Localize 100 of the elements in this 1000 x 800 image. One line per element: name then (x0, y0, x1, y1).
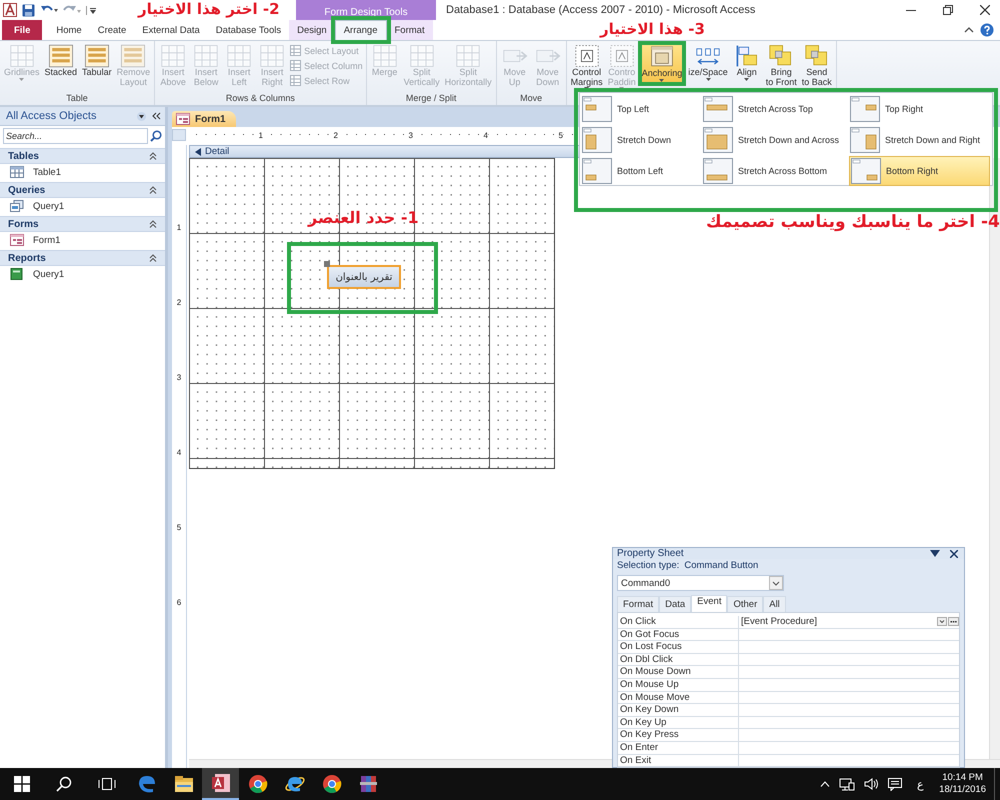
grid-icon (290, 75, 302, 86)
grid-icon (290, 60, 302, 71)
layout-rows-icon (46, 44, 75, 68)
volume-icon[interactable] (864, 778, 880, 790)
ribbon-button[interactable]: Tabular (81, 43, 113, 78)
notifications-icon[interactable] (888, 778, 902, 790)
table-grid-icon (8, 44, 36, 68)
ribbon-tab[interactable]: Arrange (334, 20, 386, 40)
group-label: Table (65, 93, 89, 105)
taskbar-app[interactable] (202, 768, 239, 800)
property-name: On Lost Focus (618, 641, 739, 653)
property-name: On Got Focus (618, 628, 739, 640)
menu-item[interactable]: Bottom Left (581, 156, 701, 186)
anchor-position-icon (850, 127, 880, 153)
chevron-up-icon[interactable] (820, 781, 830, 787)
property-tab[interactable]: Data (659, 596, 692, 612)
ribbon-tab[interactable]: Home (48, 20, 90, 40)
ruler-number: 3 (408, 130, 413, 140)
windows-start-icon[interactable] (14, 776, 30, 792)
menu-item[interactable]: Stretch Across Top (702, 94, 848, 124)
annotation-text: 4- اختر ما يناسبك ويناسب تصميمك (706, 212, 1000, 232)
menu-item[interactable]: Stretch Down (581, 125, 701, 155)
customize-caret-icon[interactable] (86, 4, 96, 16)
ball-logo-icon (246, 773, 268, 795)
search-icon[interactable] (150, 130, 162, 142)
input-language[interactable]: ع (911, 778, 930, 790)
ribbon-tab[interactable]: Create (90, 20, 134, 40)
move-handle[interactable] (324, 261, 330, 267)
table-grid-icon (258, 44, 286, 68)
menu-item[interactable]: Top Left (581, 94, 701, 124)
file-tab[interactable]: File (2, 20, 42, 40)
highlight-frame (330, 16, 390, 44)
ribbon-button[interactable]: ize/Space (687, 43, 729, 82)
search-icon[interactable] (56, 776, 72, 792)
nav-item[interactable]: Query1 (0, 198, 165, 214)
property-name: On Enter (618, 742, 739, 754)
margin-box-icon (572, 44, 601, 68)
ribbon-button[interactable]: Control Margins (570, 43, 604, 91)
anchor-position-icon (582, 127, 612, 153)
property-tab[interactable]: Format (617, 596, 660, 612)
nav-group-header[interactable]: Forms (0, 216, 165, 232)
layout-rows-icon (119, 44, 148, 68)
table-grid-icon (192, 44, 220, 68)
document-tab[interactable]: Form1 (172, 111, 236, 127)
app-logo-icon[interactable] (3, 3, 17, 17)
save-icon[interactable] (22, 4, 35, 16)
ribbon-tab[interactable]: External Data (134, 20, 208, 40)
property-tab[interactable]: Other (727, 596, 764, 612)
property-value[interactable]: [Event Procedure] (741, 616, 937, 628)
close-icon[interactable] (980, 5, 990, 15)
menu-item[interactable]: Top Right (849, 94, 990, 124)
close-icon[interactable] (950, 550, 958, 558)
menu-item[interactable]: Stretch Down and Right (849, 125, 990, 155)
group-title: Queries (8, 184, 46, 196)
clock[interactable]: 10:14 PM 18/11/2016 (939, 772, 990, 796)
help-icon[interactable] (980, 23, 994, 37)
layout-rows-icon (82, 44, 111, 68)
property-name: On Mouse Move (618, 692, 739, 704)
property-name: On Mouse Up (618, 678, 739, 691)
ribbon-button[interactable]: Align (732, 43, 762, 82)
property-tab[interactable]: All (763, 596, 786, 612)
table-icon (10, 166, 24, 178)
task-view-icon[interactable] (98, 777, 116, 791)
ribbon-button[interactable]: Send to Back (800, 43, 833, 88)
network-icon[interactable] (839, 778, 856, 790)
nav-item[interactable]: Query1 (0, 266, 165, 282)
collapse-pane-icon[interactable] (152, 112, 161, 120)
dropdown-caret-icon[interactable] (930, 550, 940, 557)
dropdown-button-icon[interactable] (937, 617, 947, 626)
ruler-number: 5 (176, 523, 182, 532)
menu-item[interactable]: Stretch Down and Across (702, 125, 848, 155)
menu-item[interactable]: Stretch Across Bottom (702, 156, 848, 186)
command-button[interactable]: تقرير بالعنوان (327, 265, 401, 289)
ruler-number: 5 (558, 130, 563, 140)
ruler-number: 6 (176, 598, 182, 607)
ruler-number: 1 (176, 223, 182, 232)
nav-group-header[interactable]: Queries (0, 182, 165, 198)
nav-group-header[interactable]: Tables (0, 148, 165, 164)
search-field[interactable]: Search... (3, 128, 148, 144)
group-label: Rows & Columns (224, 93, 296, 105)
nav-item[interactable]: Table1 (0, 164, 165, 180)
margin-box-icon (608, 44, 636, 68)
property-tab[interactable]: Event (691, 595, 728, 612)
builder-ellipsis-icon[interactable] (948, 617, 959, 626)
object-dropdown[interactable]: Command0 (617, 575, 784, 591)
ribbon-button[interactable]: Bring to Front (764, 43, 798, 88)
restore-icon[interactable] (943, 5, 953, 15)
annotation-text: 3- هذا الاختيار (600, 20, 705, 38)
ribbon-tab[interactable]: Database Tools (208, 20, 290, 40)
dropdown-caret-icon[interactable] (137, 112, 146, 120)
menu-item[interactable]: Bottom Right (849, 156, 990, 186)
nav-group-header[interactable]: Reports (0, 250, 165, 266)
query-icon (10, 200, 24, 212)
minimize-ribbon-icon[interactable] (964, 26, 974, 34)
ribbon-button[interactable]: Stacked (44, 43, 78, 78)
property-name: On Exit (618, 754, 739, 766)
form-icon (10, 234, 24, 246)
nav-item[interactable]: Form1 (0, 232, 165, 248)
database-app-icon (210, 772, 232, 794)
form-icon (176, 113, 190, 125)
